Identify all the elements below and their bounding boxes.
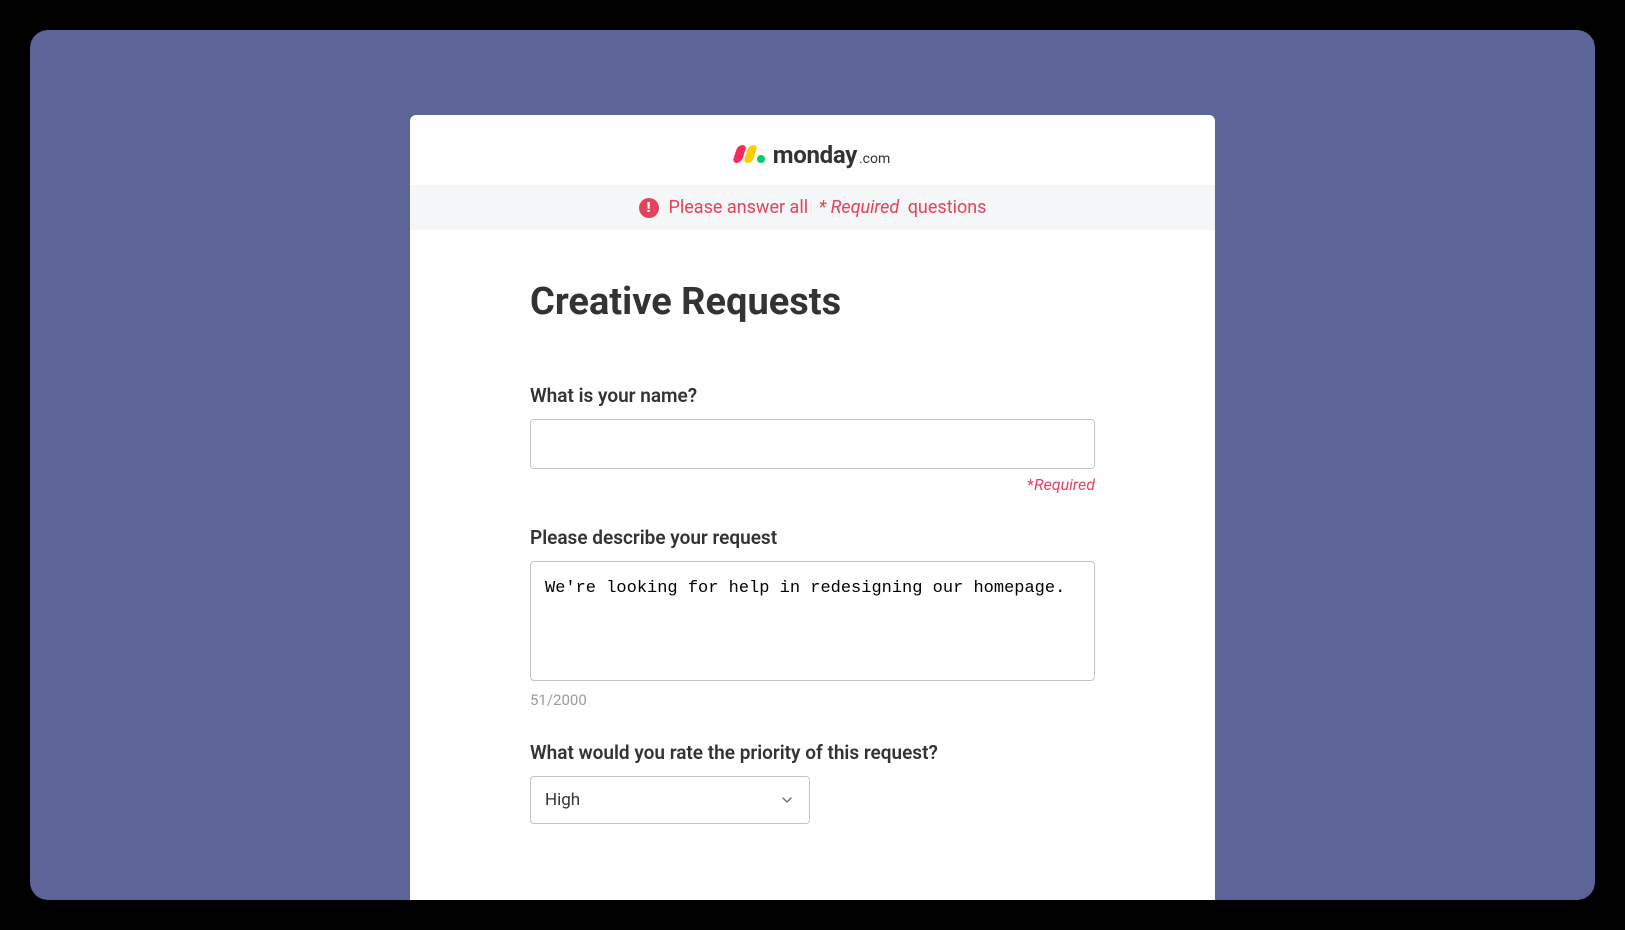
priority-select[interactable]: High (530, 776, 810, 824)
app-window: monday .com ! Please answer all * Requir… (30, 30, 1595, 900)
name-input[interactable] (530, 419, 1095, 469)
alert-icon: ! (639, 198, 659, 218)
required-indicator: *Required (530, 475, 1095, 494)
logo-suffix-text: .com (859, 151, 890, 167)
name-field-group: What is your name? *Required (530, 384, 1095, 494)
describe-textarea[interactable] (530, 561, 1095, 681)
form-title: Creative Requests (530, 280, 1095, 324)
priority-select-value: High (545, 790, 580, 810)
form-body: Creative Requests What is your name? *Re… (410, 280, 1215, 824)
name-field-label: What is your name? (530, 384, 1095, 407)
monday-logo-icon (735, 145, 765, 163)
required-error-banner: ! Please answer all * Required questions (410, 185, 1215, 230)
describe-field-group: Please describe your request 51/2000 (530, 526, 1095, 709)
logo: monday .com (410, 141, 1215, 169)
chevron-down-icon (779, 792, 795, 808)
form-card: monday .com ! Please answer all * Requir… (410, 115, 1215, 900)
describe-field-label: Please describe your request (530, 526, 1095, 549)
priority-field-label: What would you rate the priority of this… (530, 741, 1095, 764)
error-text: Please answer all * Required questions (669, 197, 987, 218)
logo-brand-text: monday (773, 141, 857, 169)
priority-field-group: What would you rate the priority of this… (530, 741, 1095, 824)
char-counter: 51/2000 (530, 691, 1095, 709)
